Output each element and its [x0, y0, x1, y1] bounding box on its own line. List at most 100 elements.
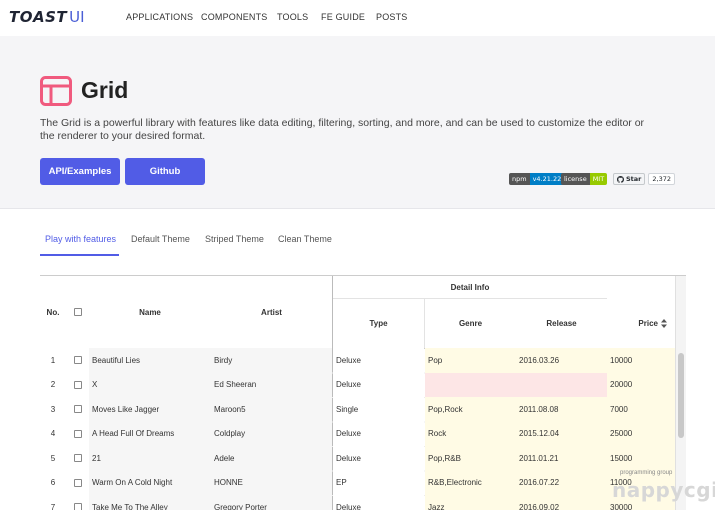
- tab-default-theme[interactable]: Default Theme: [131, 229, 190, 256]
- table-row[interactable]: 4 A Head Full Of Dreams Coldplay Deluxe Rock…: [40, 421, 675, 446]
- table-row[interactable]: 2 X Ed Sheeran Deluxe 20000: [40, 372, 675, 397]
- header-release[interactable]: Release: [516, 299, 607, 348]
- row-checkbox[interactable]: [73, 380, 82, 389]
- row-checkbox-cell[interactable]: [66, 348, 89, 373]
- cell-release[interactable]: 2016.07.22: [516, 470, 607, 495]
- cell-release[interactable]: 2016.03.26: [516, 348, 607, 373]
- cell-genre[interactable]: R&B,Electronic: [425, 470, 516, 495]
- row-checkbox-cell[interactable]: [66, 372, 89, 397]
- table-row[interactable]: 3 Moves Like Jagger Maroon5 Single Pop,Rock 2…: [40, 397, 675, 422]
- cell-name[interactable]: Beautiful Lies: [89, 348, 211, 373]
- cell-name[interactable]: A Head Full Of Dreams: [89, 421, 211, 446]
- github-star-label: Star: [626, 175, 642, 183]
- cell-type[interactable]: Deluxe: [333, 446, 424, 471]
- cell-release[interactable]: [516, 372, 607, 397]
- cell-type[interactable]: Deluxe: [333, 372, 424, 397]
- row-checkbox-cell[interactable]: [66, 495, 89, 510]
- tab-striped-theme[interactable]: Striped Theme: [205, 229, 264, 256]
- nav-link-fe-guide[interactable]: FE GUIDE: [321, 12, 365, 22]
- cell-artist[interactable]: Ed Sheeran: [211, 372, 332, 397]
- cell-price[interactable]: 7000: [607, 397, 675, 422]
- cell-artist[interactable]: HONNE: [211, 470, 332, 495]
- cell-price[interactable]: 20000: [607, 372, 675, 397]
- table-row[interactable]: 5 21 Adele Deluxe Pop,R&B 2011.01.21 15000: [40, 446, 675, 471]
- table-row[interactable]: 7 Take Me To The Alley Gregory Porter Delux…: [40, 495, 675, 510]
- cell-name[interactable]: Take Me To The Alley: [89, 495, 211, 510]
- table-row[interactable]: 1 Beautiful Lies Birdy Deluxe Pop 2016.03.26 1…: [40, 348, 675, 373]
- select-all-checkbox[interactable]: [73, 308, 82, 316]
- github-star-widget[interactable]: Star 2,372: [613, 173, 675, 185]
- cell-name[interactable]: Warm On A Cold Night: [89, 470, 211, 495]
- scrollbar-thumb[interactable]: [678, 353, 684, 438]
- cell-type[interactable]: EP: [333, 470, 424, 495]
- watermark-logo-text: nappycgi: [612, 478, 715, 502]
- nav-link-applications[interactable]: APPLICATIONS: [126, 12, 193, 22]
- cell-release[interactable]: 2011.08.08: [516, 397, 607, 422]
- cell-artist[interactable]: Adele: [211, 446, 332, 471]
- cell-no: 2: [40, 372, 66, 397]
- github-star-button[interactable]: Star: [613, 173, 646, 185]
- cell-artist[interactable]: Birdy: [211, 348, 332, 373]
- cell-genre[interactable]: Rock: [425, 421, 516, 446]
- cell-price[interactable]: 15000: [607, 446, 675, 471]
- cell-type[interactable]: Deluxe: [333, 421, 424, 446]
- nav-link-components[interactable]: COMPONENTS: [201, 12, 268, 22]
- header-price-label: Price: [638, 319, 658, 328]
- row-checkbox-cell[interactable]: [66, 421, 89, 446]
- sort-icon[interactable]: [661, 319, 667, 328]
- cell-type[interactable]: Single: [333, 397, 424, 422]
- header-artist[interactable]: Artist: [211, 276, 332, 348]
- cell-release[interactable]: 2016.09.02: [516, 495, 607, 510]
- cell-genre[interactable]: Pop: [425, 348, 516, 373]
- github-button[interactable]: Github: [125, 158, 205, 185]
- header-name[interactable]: Name: [89, 276, 211, 348]
- cell-release[interactable]: 2011.01.21: [516, 446, 607, 471]
- header-genre[interactable]: Genre: [425, 299, 516, 348]
- header-checkbox-cell: [66, 276, 89, 348]
- nav-link-posts[interactable]: POSTS: [376, 12, 408, 22]
- row-checkbox[interactable]: [73, 405, 82, 414]
- hero-description: The Grid is a powerful library with feat…: [40, 117, 645, 142]
- cell-type[interactable]: Deluxe: [333, 348, 424, 373]
- github-icon: [617, 175, 624, 183]
- cell-artist[interactable]: Gregory Porter: [211, 495, 332, 510]
- cell-artist[interactable]: Maroon5: [211, 397, 332, 422]
- license-badge[interactable]: license MIT: [561, 173, 608, 185]
- cell-price[interactable]: 10000: [607, 348, 675, 373]
- cell-genre[interactable]: Pop,R&B: [425, 446, 516, 471]
- header-type[interactable]: Type: [333, 299, 424, 348]
- cell-type[interactable]: Deluxe: [333, 495, 424, 510]
- toast-ui-logo[interactable]: TOAST UI: [9, 8, 85, 26]
- row-checkbox[interactable]: [73, 356, 82, 365]
- cell-name[interactable]: X: [89, 372, 211, 397]
- cell-price[interactable]: 25000: [607, 421, 675, 446]
- row-checkbox-cell[interactable]: [66, 470, 89, 495]
- table-row[interactable]: 6 Warm On A Cold Night HONNE EP R&B,Electron…: [40, 470, 675, 495]
- cell-name[interactable]: Moves Like Jagger: [89, 397, 211, 422]
- cell-genre[interactable]: Pop,Rock: [425, 397, 516, 422]
- cell-artist[interactable]: Coldplay: [211, 421, 332, 446]
- row-checkbox[interactable]: [73, 429, 82, 438]
- nav-link-tools[interactable]: TOOLS: [277, 12, 308, 22]
- npm-version-badge[interactable]: npm v4.21.22: [509, 173, 565, 185]
- row-checkbox-cell[interactable]: [66, 397, 89, 422]
- github-star-count[interactable]: 2,372: [648, 173, 675, 185]
- row-checkbox[interactable]: [73, 503, 82, 510]
- row-checkbox[interactable]: [73, 454, 82, 463]
- cell-release[interactable]: 2015.12.04: [516, 421, 607, 446]
- page-title: Grid: [81, 77, 129, 103]
- tab-clean-theme[interactable]: Clean Theme: [278, 229, 332, 256]
- cell-no: 7: [40, 495, 66, 510]
- api-examples-button[interactable]: API/Examples: [40, 158, 120, 185]
- cell-name[interactable]: 21: [89, 446, 211, 471]
- npm-badge-value: v4.21.22: [529, 173, 565, 185]
- row-checkbox[interactable]: [73, 478, 82, 487]
- row-checkbox-cell[interactable]: [66, 446, 89, 471]
- logo-toast-text: TOAST: [9, 8, 68, 26]
- cell-no: 1: [40, 348, 66, 373]
- header-price[interactable]: Price: [607, 299, 675, 348]
- tab-play-with-features[interactable]: Play with features: [40, 229, 119, 256]
- logo-ui-text: UI: [69, 8, 85, 26]
- cell-genre[interactable]: [425, 372, 516, 397]
- cell-genre[interactable]: Jazz: [425, 495, 516, 510]
